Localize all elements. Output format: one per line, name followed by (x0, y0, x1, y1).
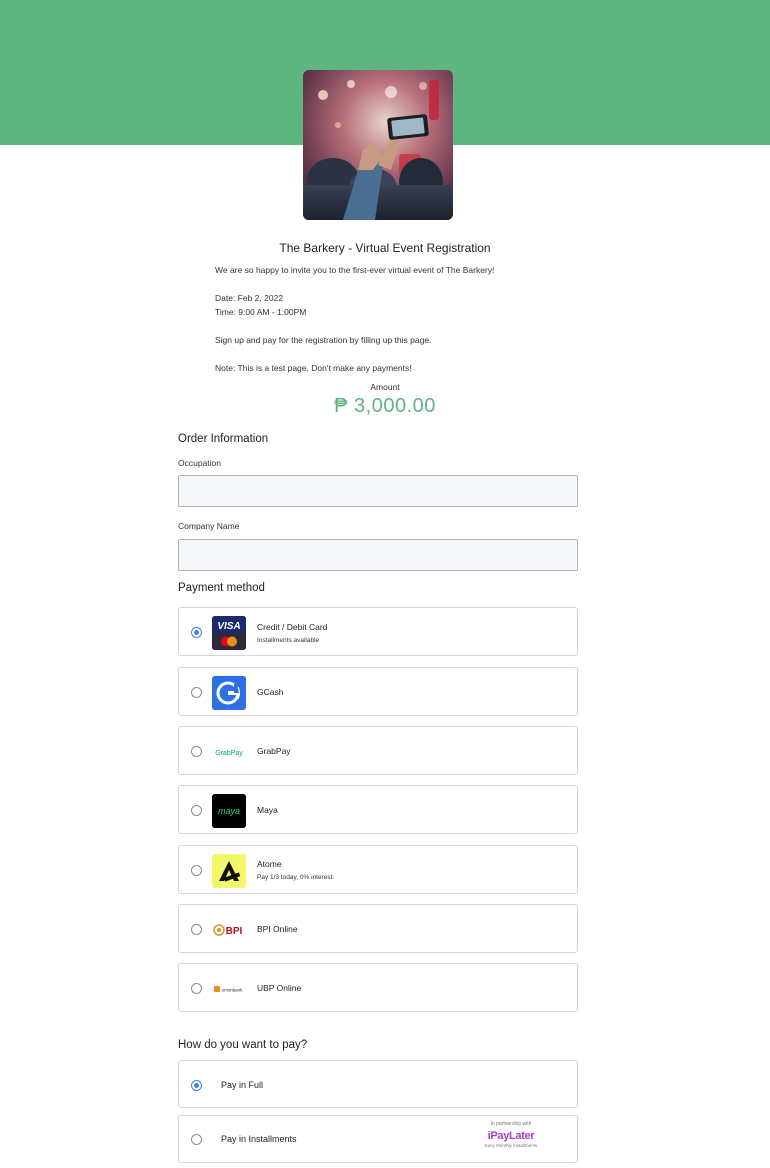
bpi-radio[interactable] (191, 924, 202, 935)
payment-option-ubp[interactable]: unionbank UBP Online (178, 963, 578, 1012)
amount-label: Amount (370, 382, 400, 392)
maya-radio[interactable] (191, 805, 202, 816)
atome-icon (212, 854, 246, 888)
visa-mastercard-icon: VISA (212, 616, 246, 650)
ubp-logo-text: unionbank (222, 988, 244, 993)
bpi-label: BPI Online (257, 924, 298, 934)
atome-radio[interactable] (191, 865, 202, 876)
event-signup-text: Sign up and pay for the registration by … (215, 335, 432, 345)
event-time: Time: 9:00 AM - 1:00PM (215, 307, 307, 317)
paylater-tagline: Easy Monthly Installments (484, 1143, 538, 1148)
card-radio[interactable] (191, 627, 202, 638)
paylater-partner-badge: In partnership with iPayLater Easy Month… (481, 1121, 541, 1148)
paylater-partnership-text: In partnership with (490, 1121, 532, 1127)
payment-option-grabpay[interactable]: GrabPay GrabPay (178, 726, 578, 775)
order-info-heading: Order Information (178, 433, 269, 445)
paylater-logo: iPayLater (487, 1130, 535, 1142)
company-name-label: Company Name (178, 521, 240, 531)
maya-label: Maya (257, 805, 278, 815)
amount-value: ₱ 3,000.00 (334, 395, 436, 417)
payment-option-bpi[interactable]: BPI BPI Online (178, 904, 578, 953)
visa-logo-text: VISA (217, 621, 240, 632)
event-title: The Barkery - Virtual Event Registration (279, 241, 491, 255)
occupation-input[interactable] (178, 475, 578, 507)
pay-in-full-option[interactable]: Pay in Full (178, 1060, 578, 1108)
payment-option-gcash[interactable]: GCash (178, 667, 578, 716)
payment-option-maya[interactable]: maya Maya (178, 785, 578, 834)
bpi-icon: BPI (212, 913, 246, 947)
ubp-radio[interactable] (191, 983, 202, 994)
pay-in-full-label: Pay in Full (221, 1080, 264, 1090)
maya-logo-text: maya (218, 806, 240, 816)
event-note: Note: This is a test page. Don't make an… (215, 363, 412, 373)
maya-icon: maya (212, 794, 246, 828)
grabpay-label: GrabPay (257, 746, 291, 756)
grabpay-logo-text: GrabPay (215, 750, 243, 757)
card-sublabel: Installments available (257, 637, 320, 644)
card-label: Credit / Debit Card (257, 622, 328, 632)
gcash-radio[interactable] (191, 687, 202, 698)
atome-sublabel: Pay 1/3 today, 0% interest. (257, 874, 335, 881)
payment-option-card[interactable]: VISA Credit / Debit Card Installments av… (178, 607, 578, 656)
event-date: Date: Feb 2, 2022 (215, 293, 284, 303)
pay-in-installments-radio[interactable] (191, 1134, 202, 1145)
company-name-input[interactable] (178, 539, 578, 571)
gcash-icon (212, 676, 246, 710)
bpi-logo-text: BPI (226, 926, 243, 937)
ubp-label: UBP Online (257, 983, 302, 993)
gcash-label: GCash (257, 687, 284, 697)
pay-in-installments-label: Pay in Installments (221, 1134, 297, 1144)
event-intro-text: We are so happy to invite you to the fir… (215, 265, 495, 275)
pay-plan-heading: How do you want to pay? (178, 1039, 308, 1051)
grabpay-icon: GrabPay (212, 735, 246, 769)
occupation-label: Occupation (178, 458, 221, 468)
event-image (303, 70, 453, 220)
pay-in-full-radio[interactable] (191, 1080, 202, 1091)
grabpay-radio[interactable] (191, 746, 202, 757)
pay-in-installments-option[interactable]: Pay in Installments In partnership with … (178, 1115, 578, 1163)
payment-option-atome[interactable]: Atome Pay 1/3 today, 0% interest. (178, 845, 578, 894)
payment-method-heading: Payment method (178, 582, 265, 594)
atome-label: Atome (257, 859, 282, 869)
unionbank-icon: unionbank (212, 972, 246, 1006)
